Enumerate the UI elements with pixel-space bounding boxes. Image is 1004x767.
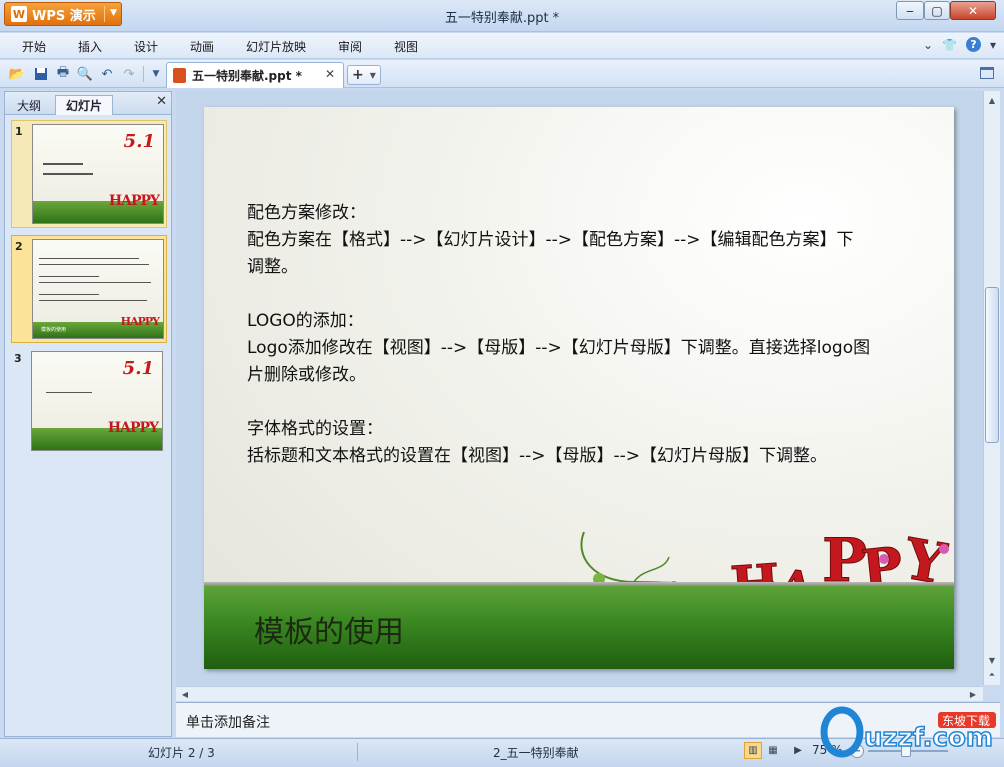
- slide-counter: 幻灯片 2 / 3: [148, 746, 215, 760]
- section-heading: LOGO的添加：: [247, 311, 364, 331]
- maximize-button[interactable]: ▢: [924, 1, 950, 20]
- tab-slides[interactable]: 幻灯片: [55, 95, 114, 115]
- thumb-title: 5.1: [122, 358, 154, 379]
- body-line: 括标题和文本格式的设置在【视图】-->【母版】-->【幻灯片母版】下调整。: [247, 446, 828, 466]
- close-panel-icon[interactable]: ✕: [156, 94, 167, 109]
- help-icon[interactable]: ?: [965, 37, 981, 52]
- close-tab-icon[interactable]: ✕: [325, 67, 335, 81]
- slide-thumbnail-3[interactable]: 3 5.1 HAPPY: [11, 348, 167, 456]
- scroll-left-icon[interactable]: ◀: [178, 687, 192, 701]
- thumb-title: 模板的使用: [41, 327, 67, 333]
- scroll-right-icon[interactable]: ▶: [966, 687, 980, 701]
- skin-icon[interactable]: 👕: [942, 38, 957, 52]
- menu-view[interactable]: 视图: [394, 38, 418, 55]
- slide-text-body[interactable]: 配色方案修改： 配色方案在【格式】-->【幻灯片设计】-->【配色方案】-->【…: [247, 200, 917, 470]
- slide-title[interactable]: 模板的使用: [254, 607, 404, 651]
- uzzf-watermark-logo: uzzf.com 东坡下载: [820, 706, 996, 758]
- slide-preview: 5.1 HAPPY: [31, 351, 163, 451]
- slide-thumbnail-1[interactable]: 1 5.1 HAPPY: [11, 120, 167, 228]
- current-slide[interactable]: 配色方案修改： 配色方案在【格式】-->【幻灯片设计】-->【配色方案】-->【…: [204, 107, 954, 669]
- thumb-happy-art: HAPPY: [108, 193, 160, 209]
- body-line: 配色方案在【格式】-->【幻灯片设计】-->【配色方案】-->【编辑配色方案】下: [247, 230, 854, 250]
- menu-slideshow[interactable]: 幻灯片放映: [246, 38, 306, 55]
- title-bar: W WPS 演示 ▼ 五一特别奉献.ppt * ‒ ▢ ✕: [0, 0, 1004, 32]
- scroll-down-icon[interactable]: ▼: [984, 653, 1000, 667]
- menu-bar: 开始 插入 设计 动画 幻灯片放映 审阅 视图 ⌄ 👕 ? ▾: [0, 33, 1004, 59]
- body-line: 片删除或修改。: [247, 365, 366, 385]
- ppt-file-icon: [173, 68, 186, 83]
- vertical-scrollbar[interactable]: ▲ ▼ ⏶: [983, 91, 1000, 685]
- redo-icon[interactable]: ↷: [120, 65, 138, 83]
- menu-insert[interactable]: 插入: [78, 38, 102, 55]
- undo-icon[interactable]: ↶: [98, 65, 116, 83]
- slide-number: 1: [15, 125, 23, 138]
- open-folder-icon[interactable]: 📂: [8, 65, 26, 83]
- template-name: 2_五一特别奉献: [493, 746, 579, 760]
- slide-preview: 5.1 HAPPY: [32, 124, 164, 224]
- window-title: 五一特别奉献.ppt *: [444, 11, 560, 26]
- section-heading: 字体格式的设置：: [247, 419, 383, 439]
- slideshow-play-icon[interactable]: ▶: [789, 742, 807, 759]
- slide-number: 3: [14, 352, 22, 365]
- close-button[interactable]: ✕: [950, 1, 996, 20]
- print-icon[interactable]: 🖶: [54, 65, 72, 83]
- chevron-down-icon[interactable]: ⌄: [923, 38, 933, 52]
- customize-toolbar-icon[interactable]: ▼: [147, 65, 165, 83]
- slides-panel: 大纲 幻灯片 ✕ 1 5.1 HAPPY 2 模板的使用 HAPPY 3 5.1…: [4, 91, 172, 737]
- menu-animation[interactable]: 动画: [190, 38, 214, 55]
- document-tab-label: 五一特别奉献.ppt *: [192, 69, 302, 83]
- print-preview-icon[interactable]: 🔍: [76, 65, 94, 83]
- body-line: 调整。: [247, 257, 298, 277]
- thumb-happy-art: HAPPY: [120, 315, 160, 328]
- previous-slide-icon[interactable]: ⏶: [984, 668, 1000, 682]
- body-line: Logo添加修改在【视图】-->【母版】-->【幻灯片母版】下调整。直接选择lo…: [247, 338, 871, 358]
- thumb-title: 5.1: [123, 131, 155, 152]
- plus-icon: +: [352, 67, 364, 83]
- scroll-up-icon[interactable]: ▲: [984, 93, 1000, 107]
- new-tab-button[interactable]: + ▼: [347, 65, 381, 85]
- save-icon[interactable]: [32, 65, 50, 83]
- quick-toolbar: 📂 🖶 🔍 ↶ ↷ ▼ 五一特别奉献.ppt * ✕ + ▼: [0, 60, 1004, 88]
- menu-design[interactable]: 设计: [134, 38, 158, 55]
- thumb-happy-art: HAPPY: [107, 420, 159, 436]
- help-dropdown-icon[interactable]: ▾: [990, 38, 996, 52]
- slide-preview: 模板的使用 HAPPY: [32, 239, 164, 339]
- slide-canvas[interactable]: 配色方案修改： 配色方案在【格式】-->【幻灯片设计】-->【配色方案】-->【…: [176, 91, 983, 685]
- section-heading: 配色方案修改：: [247, 203, 366, 223]
- normal-view-icon[interactable]: ▥: [744, 742, 762, 759]
- slide-sorter-icon[interactable]: ▦: [764, 742, 782, 759]
- horizontal-scrollbar[interactable]: ◀ ▶: [176, 686, 983, 701]
- slide-number: 2: [15, 240, 23, 253]
- menu-review[interactable]: 审阅: [338, 38, 362, 55]
- notes-placeholder[interactable]: 单击添加备注: [186, 712, 270, 732]
- minimize-button[interactable]: ‒: [896, 1, 924, 20]
- watermark-tag: 东坡下载: [942, 714, 990, 728]
- slide-thumbnail-2[interactable]: 2 模板的使用 HAPPY: [11, 235, 167, 343]
- tab-document[interactable]: 五一特别奉献.ppt * ✕: [166, 62, 344, 88]
- chevron-down-icon: ▼: [369, 70, 376, 80]
- menu-home[interactable]: 开始: [22, 38, 46, 55]
- scroll-thumb[interactable]: [985, 287, 999, 443]
- panel-layout-icon[interactable]: [980, 67, 994, 79]
- tab-outline[interactable]: 大纲: [7, 95, 51, 115]
